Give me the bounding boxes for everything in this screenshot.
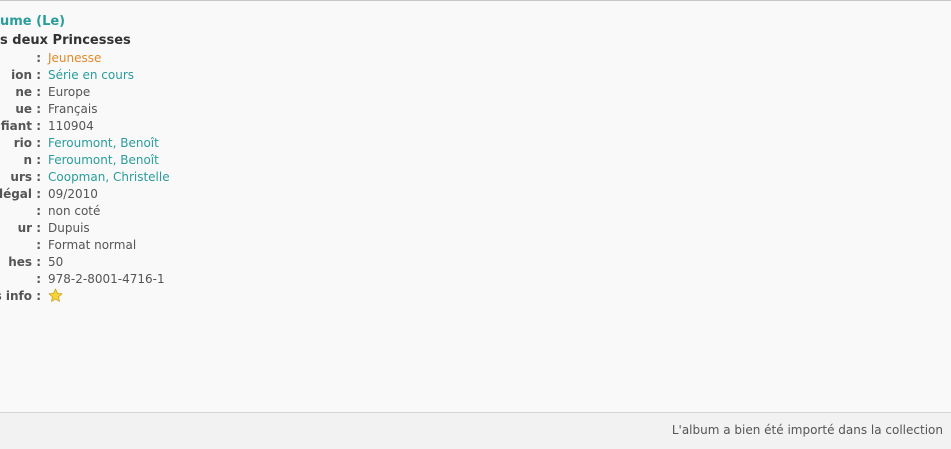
detail-value-identifier: 110904 <box>48 119 94 133</box>
detail-label: ifiant : <box>0 119 41 133</box>
detail-label: : <box>36 272 41 286</box>
series-title[interactable]: ume (Le) <box>0 14 65 29</box>
detail-label: urs : <box>10 170 41 184</box>
status-message: L'album a bien été importé dans la colle… <box>671 423 943 437</box>
detail-label: s info : <box>0 289 41 303</box>
detail-value-status-link[interactable]: Série en cours <box>48 67 134 84</box>
detail-value-publisher: Dupuis <box>48 221 90 235</box>
detail-value-legal-deposit: 09/2010 <box>48 187 98 201</box>
album-title: s deux Princesses <box>0 33 131 48</box>
detail-label: ne : <box>15 85 41 99</box>
detail-value-pages: 50 <box>48 255 64 269</box>
detail-value-drawing-link[interactable]: Feroumont, Benoît <box>48 152 159 169</box>
detail-label: rio : <box>13 136 41 150</box>
detail-value-colors-link[interactable]: Coopman, Christelle <box>48 169 170 186</box>
detail-label: ue : <box>15 102 41 116</box>
detail-value-origin: Europe <box>48 85 91 99</box>
detail-label: : <box>36 204 41 218</box>
detail-label: t légal : <box>0 187 41 201</box>
detail-label: : <box>36 51 41 65</box>
detail-value-scenario-link[interactable]: Feroumont, Benoît <box>48 135 159 152</box>
detail-label: ion : <box>11 68 41 82</box>
detail-value-rating: non coté <box>48 204 101 218</box>
top-divider <box>0 0 951 1</box>
star-icon[interactable] <box>48 288 63 303</box>
detail-value-format: Format normal <box>48 238 137 252</box>
detail-label: n : <box>23 153 41 167</box>
detail-value-more-info <box>48 288 63 306</box>
detail-value-isbn: 978-2-8001-4716-1 <box>48 272 165 286</box>
detail-value-language: Français <box>48 102 98 116</box>
status-bar: L'album a bien été importé dans la colle… <box>0 412 951 449</box>
detail-value-category: Jeunesse <box>48 51 102 65</box>
detail-label: : <box>36 238 41 252</box>
album-details-panel: ume (Le) s deux Princesses : Jeunesse io… <box>0 0 951 449</box>
detail-label: hes : <box>8 255 41 269</box>
detail-label: ur : <box>17 221 41 235</box>
